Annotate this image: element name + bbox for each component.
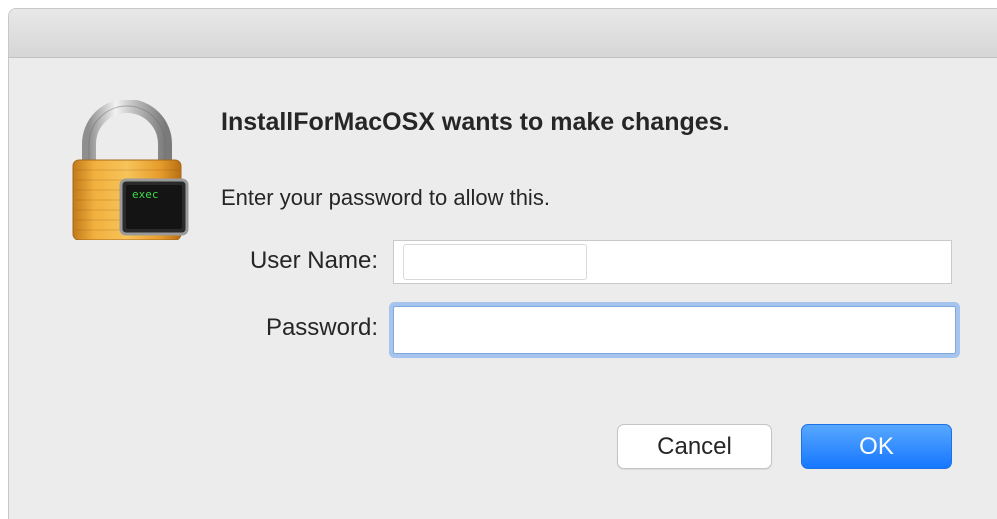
dialog-titlebar[interactable] [9,9,997,58]
dialog-subtext: Enter your password to allow this. [221,185,550,210]
ok-button[interactable]: OK [801,424,952,469]
username-label: User Name: [249,247,378,274]
password-input[interactable] [393,306,956,354]
password-label: Password: [265,314,378,341]
padlock-icon: exec [72,100,189,240]
cancel-button[interactable]: Cancel [617,424,772,469]
dialog-heading: InstallForMacOSX wants to make changes. [221,108,730,136]
username-input[interactable] [393,240,952,284]
badge-text: exec [132,188,159,201]
